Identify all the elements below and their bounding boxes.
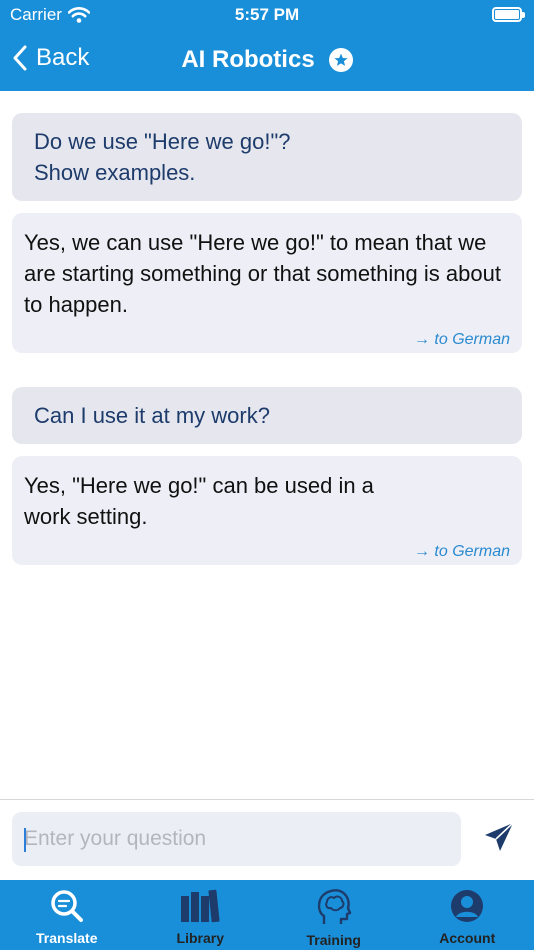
tab-bar: Translate Library Training Account — [0, 880, 534, 950]
tab-label: Training — [306, 932, 361, 948]
question-text: Do we use "Here we go!"? Show examples. — [34, 129, 291, 185]
send-button[interactable] — [482, 820, 516, 854]
status-time: 5:57 PM — [234, 5, 300, 24]
title-group: AI Robotics — [0, 46, 534, 74]
brain-head-icon — [317, 889, 351, 924]
favorite-button[interactable] — [328, 48, 353, 72]
navigation-bar: Back AI Robotics — [0, 38, 534, 86]
header-bar: Carrier 5:57 PM Back AI Robotics — [0, 0, 534, 91]
answer-bubble: Yes, we can use "Here we go!" to mean th… — [12, 213, 522, 353]
tab-label: Account — [439, 930, 496, 946]
user-circle-icon — [451, 890, 484, 922]
answer-text: Yes, "Here we go!" can be used in a work… — [24, 473, 374, 529]
chat-area[interactable]: Do we use "Here we go!"? Show examples. … — [0, 91, 534, 799]
question-text: Can I use it at my work? — [34, 403, 270, 428]
tab-library[interactable]: Library — [134, 880, 268, 950]
answer-bubble: Yes, "Here we go!" can be used in a work… — [12, 456, 522, 565]
question-bubble: Do we use "Here we go!"? Show examples. — [12, 113, 522, 201]
star-icon — [334, 53, 348, 66]
send-icon — [485, 822, 514, 851]
translate-to-german-link[interactable]: → to German — [24, 324, 510, 355]
question-input[interactable] — [12, 812, 461, 866]
status-bar: Carrier 5:57 PM — [0, 0, 534, 30]
tab-label: Translate — [36, 930, 98, 946]
tab-training[interactable]: Training — [267, 880, 401, 950]
search-translate-icon — [51, 890, 83, 922]
page-title: AI Robotics — [181, 46, 315, 73]
question-input-bar — [0, 799, 534, 880]
answer-text: Yes, we can use "Here we go!" to mean th… — [24, 230, 501, 317]
battery-icon — [492, 7, 525, 22]
question-bubble: Can I use it at my work? — [12, 387, 522, 444]
tab-account[interactable]: Account — [401, 880, 534, 950]
tab-translate[interactable]: Translate — [0, 880, 134, 950]
books-icon — [181, 889, 220, 923]
tab-label: Library — [176, 930, 224, 946]
translate-to-german-link[interactable]: → to German — [24, 536, 510, 567]
text-caret — [24, 828, 26, 852]
